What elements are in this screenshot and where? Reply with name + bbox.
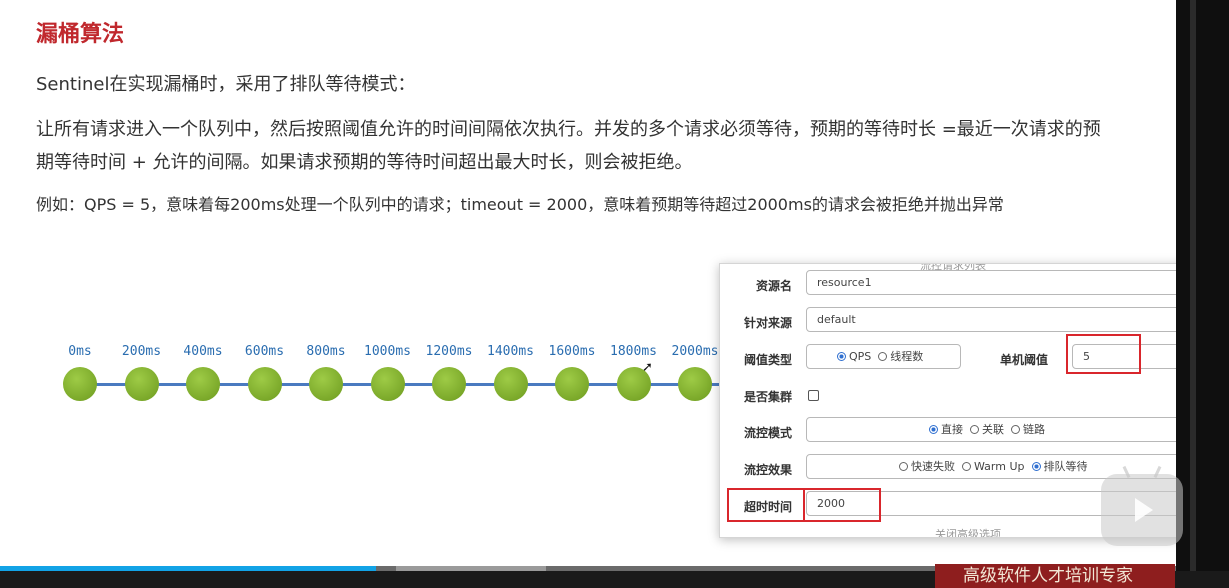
timeline-request-dot (186, 367, 220, 401)
fast-fail-option-label: 快速失败 (911, 460, 955, 473)
timeline-tick-label: 1400ms (487, 344, 534, 359)
timeline-tick-label: 200ms (121, 344, 162, 359)
resource-label: 资源名 (755, 279, 792, 293)
timeout-label-highlight (727, 488, 805, 522)
timeline-request-dot (370, 367, 405, 401)
timeline-request-dot (309, 367, 343, 401)
flow-mode-label: 流控模式 (743, 426, 792, 440)
chain-radio[interactable] (1011, 425, 1020, 434)
thread-radio[interactable] (878, 352, 888, 361)
timeline-tick-label: 0ms (68, 344, 92, 359)
single-threshold-label: 单机阈值 (999, 353, 1048, 367)
threshold-type-group: QPS 线程数 (806, 344, 961, 369)
direct-radio[interactable] (929, 425, 938, 434)
timeout-value-highlight (803, 488, 881, 522)
brand-banner: 高级软件人才培训专家 (935, 564, 1175, 588)
fast-fail-radio[interactable] (899, 462, 908, 471)
cluster-checkbox[interactable] (808, 390, 819, 401)
direct-option-label: 直接 (941, 423, 963, 436)
video-side-bar (1176, 0, 1229, 588)
slide: 漏桶算法 Sentinel在实现漏桶时，采用了排队等待模式： 让所有请求进入一个… (0, 0, 1216, 560)
timeline-tick-label: 1000ms (364, 344, 411, 359)
qps-radio[interactable] (837, 352, 846, 361)
mouse-cursor-icon: ➚ (642, 360, 653, 375)
threshold-highlight (1066, 334, 1141, 374)
timeline-request-dot (63, 367, 97, 401)
description-text: 让所有请求进入一个队列中，然后按照阈值允许的时间间隔依次执行。并发的多个请求必须… (36, 119, 1101, 173)
timeline-request-dot (678, 367, 712, 401)
flow-effect-label: 流控效果 (743, 463, 792, 477)
intro-text: Sentinel在实现漏桶时，采用了排队等待模式： (36, 74, 416, 95)
play-button[interactable] (1101, 465, 1183, 546)
resource-name-input[interactable]: resource1 (806, 270, 1184, 295)
origin-input[interactable]: default (806, 307, 1184, 332)
advanced-options-partial[interactable]: 关闭高级选项 (935, 526, 1001, 537)
timeline-tick-label: 1600ms (548, 344, 596, 359)
timeline-tick-label: 400ms (183, 344, 223, 359)
threshold-type-label: 阈值类型 (743, 353, 792, 367)
relate-radio[interactable] (970, 425, 979, 434)
timeline-request-dot (247, 367, 282, 401)
flow-mode-group: 直接 关联 链路 (806, 417, 1184, 442)
origin-label: 针对来源 (743, 316, 792, 330)
thread-option-label: 线程数 (890, 350, 924, 363)
timeline-tick-label: 1800ms (610, 344, 657, 359)
chain-option-label: 链路 (1023, 423, 1045, 436)
timeline-request-dot (124, 367, 159, 401)
queue-wait-option-label: 排队等待 (1043, 460, 1088, 473)
warm-up-option-label: Warm Up (974, 460, 1025, 473)
slide-title: 漏桶算法 (36, 22, 125, 47)
timeline-request-dot (493, 367, 528, 401)
timeline-request-dot (555, 367, 589, 401)
cluster-label: 是否集群 (743, 390, 792, 404)
timeline-tick-label: 800ms (306, 344, 346, 359)
queue-wait-radio[interactable] (1031, 462, 1041, 471)
qps-option-label: QPS (849, 350, 872, 363)
timeline-tick-label: 1200ms (425, 344, 473, 359)
timeline: 0ms 200ms 400ms 600ms 800ms 1000ms 1200ms 1400m… (0, 336, 720, 416)
play-icon (1135, 498, 1153, 522)
timeline-tick-label: 600ms (244, 344, 285, 359)
timeline-tick-label: 2000ms (671, 344, 719, 359)
warm-up-radio[interactable] (962, 462, 971, 471)
relate-option-label: 关联 (982, 423, 1004, 436)
example-text: 例如：QPS = 5，意味着每200ms处理一个队列中的请求；timeout =… (36, 195, 1004, 214)
timeline-request-dot (432, 367, 466, 401)
